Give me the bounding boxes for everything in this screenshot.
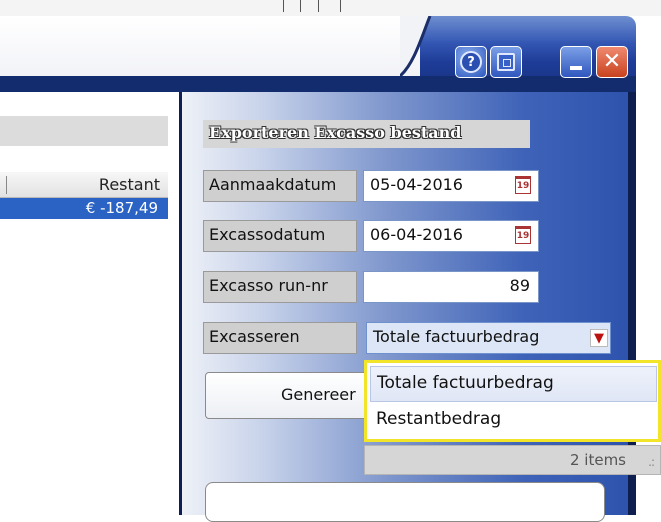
screenshot-button[interactable] [490, 46, 522, 78]
table-row[interactable]: € -187,49 [0, 198, 168, 219]
cell-restant: € -187,49 [85, 199, 158, 217]
dropdown-option[interactable]: Totale factuurbedrag [370, 366, 657, 402]
column-header-label: Restant [98, 175, 160, 194]
close-button[interactable]: ✕ [596, 46, 628, 78]
title-bar-band [0, 76, 636, 92]
excasseren-label: Excasseren [203, 322, 357, 354]
top-strip [0, 0, 661, 16]
strip-tick [300, 0, 301, 12]
aanmaakdatum-value: 05-04-2016 [370, 175, 463, 194]
title-bar-tab-area [0, 16, 420, 76]
strip-tick [318, 0, 319, 12]
dropdown-footer: 2 items .: [364, 445, 661, 475]
runnr-label: Excasso run-nr [203, 271, 357, 303]
excassodatum-field[interactable]: 06-04-2016 19 [363, 220, 539, 252]
calendar-icon[interactable]: 19 [515, 176, 531, 194]
minimize-button[interactable] [560, 46, 592, 78]
item-count: 2 items [569, 451, 626, 469]
dropdown-list: Totale factuurbedrag Restantbedrag [364, 360, 661, 442]
aanmaakdatum-field[interactable]: 05-04-2016 19 [363, 170, 539, 202]
excasseren-select[interactable]: Totale factuurbedrag ▼ [366, 322, 611, 354]
screenshot-icon [497, 53, 515, 71]
strip-tick [283, 0, 284, 12]
title-bar-curve [400, 16, 432, 76]
grid-toolbar [0, 116, 168, 146]
excassodatum-label: Excassodatum [203, 220, 357, 252]
dropdown-option[interactable]: Restantbedrag [370, 403, 657, 439]
chevron-down-icon[interactable]: ▼ [590, 329, 608, 347]
close-icon: ✕ [602, 49, 622, 74]
bottom-button[interactable] [205, 482, 605, 522]
runnr-field[interactable]: 89 [363, 271, 539, 303]
strip-tick [340, 0, 341, 12]
excasseren-dropdown: Totale factuurbedrag Restantbedrag 2 ite… [364, 360, 661, 480]
excassodatum-value: 06-04-2016 [370, 225, 463, 244]
section-title: Exporteren Excasso bestand [203, 120, 530, 148]
generate-button-label: Genereer [281, 385, 356, 404]
help-icon: ? [460, 51, 482, 73]
aanmaakdatum-label: Aanmaakdatum [203, 170, 357, 202]
excasseren-selected-value: Totale factuurbedrag [373, 327, 540, 346]
help-button[interactable]: ? [455, 46, 487, 78]
column-header-restant[interactable]: Restant [0, 172, 168, 198]
resize-grip-icon[interactable]: .: [648, 455, 655, 469]
minimize-icon [570, 66, 582, 70]
calendar-icon[interactable]: 19 [515, 226, 531, 244]
grid-pane: Restant € -187,49 [0, 92, 179, 515]
column-separator [6, 176, 7, 194]
title-bar: ? ✕ [0, 16, 636, 92]
